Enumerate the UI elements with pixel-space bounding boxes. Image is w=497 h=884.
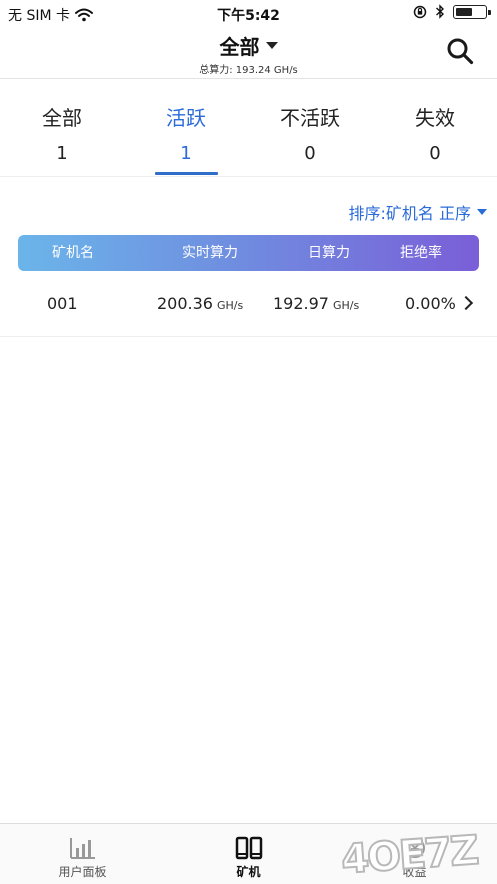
- daily-value: 192.97: [273, 294, 329, 313]
- tab-inactive[interactable]: 不活跃 0: [248, 78, 372, 176]
- tab-count: 1: [180, 143, 192, 164]
- nav-bar: 全部 总算力: 193.24 GH/s: [0, 28, 497, 79]
- nav-title: 全部: [219, 35, 260, 59]
- tab-count: 0: [429, 143, 441, 164]
- tab-label: 活跃: [166, 106, 206, 130]
- table-header: 矿机名 实时算力 日算力 拒绝率: [18, 235, 479, 271]
- sort-dropdown[interactable]: 排序:矿机名 正序: [349, 200, 487, 224]
- status-tabs: 全部 1 活跃 1 不活跃 0 失效 0: [0, 78, 497, 177]
- status-bar: 无 SIM 卡 下午5:42: [0, 0, 497, 28]
- tabbar-item-miners[interactable]: 矿机: [166, 824, 331, 884]
- realtime-hashrate: 200.36 GH/s: [157, 272, 243, 338]
- tabbar-item-dashboard[interactable]: 用户面板: [0, 824, 165, 884]
- svg-text:4OE7Z: 4OE7Z: [340, 828, 480, 882]
- realtime-value: 200.36: [157, 294, 213, 313]
- realtime-unit: GH/s: [216, 299, 244, 312]
- sort-label: 排序:矿机名 正序: [348, 204, 471, 223]
- watermark-logo: 4OE7Z: [339, 827, 481, 882]
- miner-icon: [235, 836, 262, 860]
- tab-label: 失效: [415, 106, 455, 130]
- tab-count: 0: [304, 143, 316, 164]
- tab-all[interactable]: 全部 1: [0, 78, 124, 176]
- table-row[interactable]: 001 200.36 GH/s 192.97 GH/s 0.00%: [0, 272, 497, 337]
- column-header-reject[interactable]: 拒绝率: [400, 235, 442, 271]
- bar-chart-icon: [69, 838, 95, 859]
- column-header-realtime[interactable]: 实时算力: [182, 235, 238, 271]
- active-tab-indicator: [155, 172, 218, 175]
- tab-label: 不活跃: [280, 106, 340, 130]
- caret-down-icon: [477, 209, 487, 215]
- tab-count: 1: [56, 143, 68, 164]
- tabbar-label: 用户面板: [58, 865, 107, 879]
- tab-label: 全部: [42, 106, 82, 130]
- search-icon[interactable]: [445, 36, 475, 66]
- caret-down-icon: [265, 42, 278, 49]
- rotation-lock-icon: [413, 5, 427, 18]
- miner-name: 001: [47, 294, 78, 313]
- tabbar-label: 矿机: [236, 865, 261, 879]
- nav-title-block: 全部 总算力: 193.24 GH/s: [0, 31, 497, 76]
- battery-icon: [453, 4, 491, 19]
- filter-dropdown[interactable]: 全部: [220, 31, 278, 60]
- column-header-daily[interactable]: 日算力: [308, 235, 350, 271]
- daily-unit: GH/s: [332, 299, 360, 312]
- daily-hashrate: 192.97 GH/s: [273, 272, 359, 338]
- total-hashrate: 总算力: 193.24 GH/s: [199, 65, 298, 76]
- status-right: [413, 4, 491, 19]
- bluetooth-icon: [436, 4, 445, 19]
- column-header-name[interactable]: 矿机名: [52, 235, 94, 271]
- tab-active[interactable]: 活跃 1: [124, 78, 248, 176]
- reject-rate: 0.00%: [405, 294, 456, 313]
- chevron-right-icon: [458, 295, 474, 311]
- tab-invalid[interactable]: 失效 0: [373, 78, 497, 176]
